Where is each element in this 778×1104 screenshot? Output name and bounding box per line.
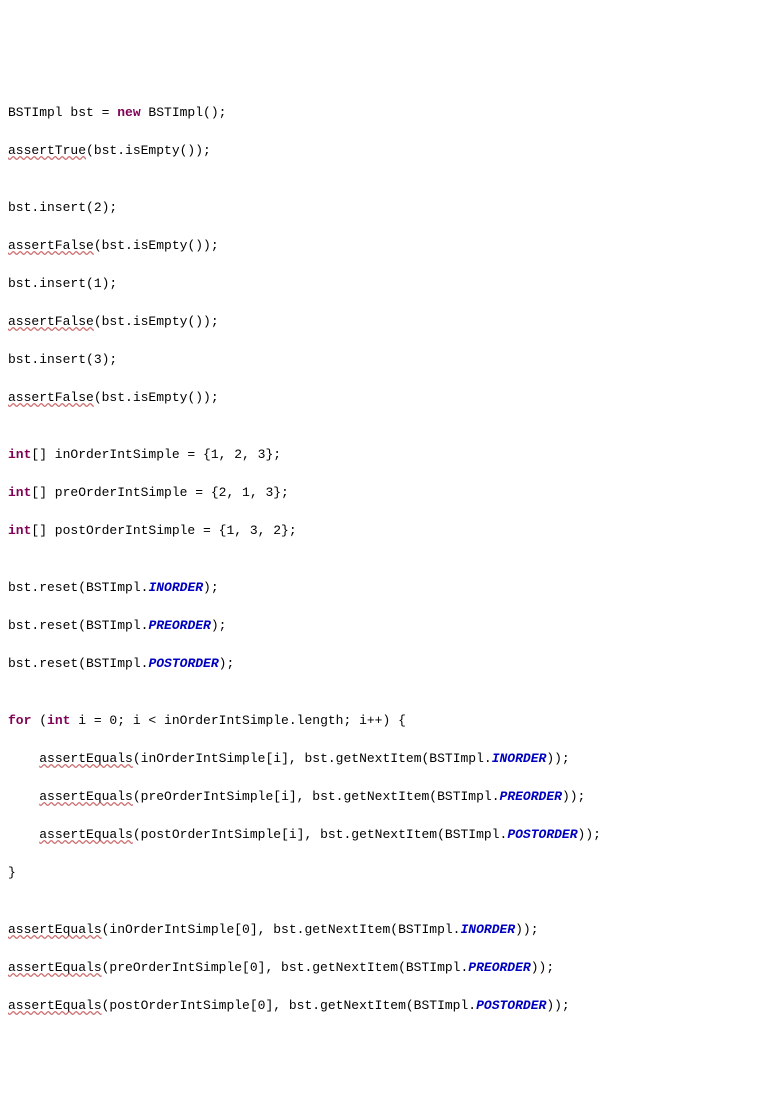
code-line: } — [8, 863, 770, 882]
constant-preorder: PREORDER — [148, 618, 210, 633]
code-line: for (int i = 0; i < inOrderIntSimple.len… — [8, 711, 770, 730]
assert-false-call: assertFalse — [8, 314, 94, 329]
code-text: (bst.isEmpty()); — [94, 314, 219, 329]
constant-preorder: PREORDER — [468, 960, 530, 975]
constant-inorder: INORDER — [492, 751, 547, 766]
keyword-int: int — [8, 447, 31, 462]
code-text: [] preOrderIntSimple = {2, 1, 3}; — [31, 485, 288, 500]
constant-postorder: POSTORDER — [148, 656, 218, 671]
code-text: ( — [31, 713, 47, 728]
code-text: bst.reset(BSTImpl. — [8, 656, 148, 671]
code-text: (preOrderIntSimple[i], bst.getNextItem(B… — [133, 789, 500, 804]
code-line: int[] postOrderIntSimple = {1, 3, 2}; — [8, 521, 770, 540]
code-text: i = 0; i < inOrderIntSimple.length; i++)… — [70, 713, 405, 728]
code-text: (postOrderIntSimple[0], bst.getNextItem(… — [102, 998, 476, 1013]
keyword-int: int — [47, 713, 70, 728]
assert-true-call: assertTrue — [8, 143, 86, 158]
code-text: bst.reset(BSTImpl. — [8, 580, 148, 595]
assert-equals-call: assertEquals — [8, 922, 102, 937]
keyword-int: int — [8, 523, 31, 538]
assert-false-call: assertFalse — [8, 390, 94, 405]
constant-preorder: PREORDER — [500, 789, 562, 804]
indent — [8, 827, 39, 842]
code-line: assertFalse(bst.isEmpty()); — [8, 312, 770, 331]
code-text: BSTImpl bst = — [8, 105, 117, 120]
keyword-int: int — [8, 485, 31, 500]
code-line: assertEquals(preOrderIntSimple[0], bst.g… — [8, 958, 770, 977]
code-text: bst.insert(1); — [8, 276, 117, 291]
code-line: assertFalse(bst.isEmpty()); — [8, 388, 770, 407]
code-text: ); — [203, 580, 219, 595]
constant-postorder: POSTORDER — [507, 827, 577, 842]
constant-inorder: INORDER — [460, 922, 515, 937]
assert-equals-call: assertEquals — [39, 789, 133, 804]
code-text: ); — [219, 656, 235, 671]
code-block: BSTImpl bst = new BSTImpl(); assertTrue(… — [8, 84, 770, 1034]
code-line: assertEquals(inOrderIntSimple[0], bst.ge… — [8, 920, 770, 939]
constant-postorder: POSTORDER — [476, 998, 546, 1013]
code-line: assertEquals(postOrderIntSimple[i], bst.… — [8, 825, 770, 844]
assert-equals-call: assertEquals — [8, 998, 102, 1013]
code-text: bst.insert(3); — [8, 352, 117, 367]
code-line: assertEquals(postOrderIntSimple[0], bst.… — [8, 996, 770, 1015]
assert-false-call: assertFalse — [8, 238, 94, 253]
code-text: BSTImpl(); — [141, 105, 227, 120]
code-line: int[] preOrderIntSimple = {2, 1, 3}; — [8, 483, 770, 502]
code-text: (bst.isEmpty()); — [94, 390, 219, 405]
code-text: )); — [546, 751, 569, 766]
code-text: (bst.isEmpty()); — [94, 238, 219, 253]
code-line: assertTrue(bst.isEmpty()); — [8, 141, 770, 160]
code-text: ); — [211, 618, 227, 633]
assert-equals-call: assertEquals — [39, 827, 133, 842]
code-text: )); — [531, 960, 554, 975]
code-text: (inOrderIntSimple[0], bst.getNextItem(BS… — [102, 922, 461, 937]
code-text: } — [8, 865, 16, 880]
code-line: bst.insert(3); — [8, 350, 770, 369]
code-text: (bst.isEmpty()); — [86, 143, 211, 158]
code-line: bst.reset(BSTImpl.POSTORDER); — [8, 654, 770, 673]
indent — [8, 751, 39, 766]
assert-equals-call: assertEquals — [39, 751, 133, 766]
code-line: bst.reset(BSTImpl.PREORDER); — [8, 616, 770, 635]
code-line: assertEquals(inOrderIntSimple[i], bst.ge… — [8, 749, 770, 768]
code-text: (postOrderIntSimple[i], bst.getNextItem(… — [133, 827, 507, 842]
code-text: bst.reset(BSTImpl. — [8, 618, 148, 633]
code-text: )); — [578, 827, 601, 842]
code-line: assertEquals(preOrderIntSimple[i], bst.g… — [8, 787, 770, 806]
code-line: BSTImpl bst = new BSTImpl(); — [8, 103, 770, 122]
code-line: bst.reset(BSTImpl.INORDER); — [8, 578, 770, 597]
keyword-for: for — [8, 713, 31, 728]
code-text: )); — [562, 789, 585, 804]
code-text: )); — [515, 922, 538, 937]
code-line: bst.insert(1); — [8, 274, 770, 293]
code-line: int[] inOrderIntSimple = {1, 2, 3}; — [8, 445, 770, 464]
constant-inorder: INORDER — [148, 580, 203, 595]
indent — [8, 789, 39, 804]
code-line: assertFalse(bst.isEmpty()); — [8, 236, 770, 255]
code-text: bst.insert(2); — [8, 200, 117, 215]
code-text: [] postOrderIntSimple = {1, 3, 2}; — [31, 523, 296, 538]
code-text: (preOrderIntSimple[0], bst.getNextItem(B… — [102, 960, 469, 975]
keyword-new: new — [117, 105, 140, 120]
code-text: (inOrderIntSimple[i], bst.getNextItem(BS… — [133, 751, 492, 766]
assert-equals-call: assertEquals — [8, 960, 102, 975]
code-text: [] inOrderIntSimple = {1, 2, 3}; — [31, 447, 281, 462]
code-line: bst.insert(2); — [8, 198, 770, 217]
code-text: )); — [546, 998, 569, 1013]
